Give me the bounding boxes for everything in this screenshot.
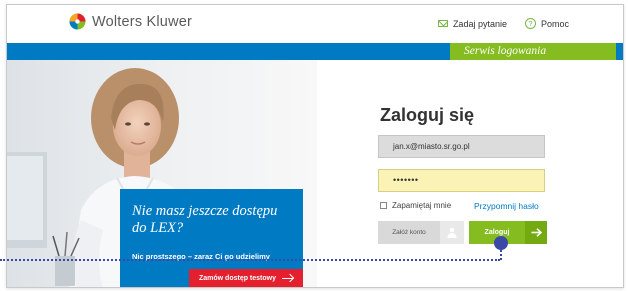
forgot-password-link[interactable]: Przypomnij hasło — [474, 201, 539, 211]
promo-title: Nie masz jeszcze dostępu do LEX? — [132, 203, 278, 236]
password-field[interactable]: ••••••• — [378, 169, 545, 192]
arrow-right-icon — [531, 228, 542, 237]
envelope-icon — [437, 20, 448, 27]
trial-promo-box: Nie masz jeszcze dostępu do LEX? Nic pro… — [120, 189, 303, 287]
brand-name: Wolters Kluwer — [92, 13, 193, 30]
header-links: Zadaj pytanie ? Pomoc — [437, 18, 569, 29]
question-mark-icon: ? — [524, 18, 536, 29]
create-account-icon-button[interactable] — [440, 221, 464, 244]
click-marker — [494, 236, 508, 250]
login-arrow-button[interactable] — [525, 221, 547, 244]
wolters-kluwer-logo-icon — [69, 13, 86, 30]
email-field[interactable]: jan.x@miasto.sr.go.pl — [378, 135, 545, 158]
login-title: Zaloguj się — [380, 105, 475, 125]
remember-me-checkbox[interactable] — [380, 202, 387, 209]
arrow-right-icon — [282, 278, 293, 279]
order-trial-button[interactable]: Zamów dostęp testowy — [189, 269, 303, 287]
remember-me-option[interactable]: Zapamiętaj mnie — [380, 201, 451, 210]
help-label: Pomoc — [540, 18, 569, 29]
brand-logo[interactable]: Wolters Kluwer — [69, 13, 192, 30]
help-link[interactable]: ? Pomoc — [524, 18, 569, 29]
site-header: Wolters Kluwer Zadaj pytanie ? Pomoc — [7, 5, 623, 43]
service-label: Serwis logowania — [450, 43, 616, 60]
order-trial-label: Zamów dostęp testowy — [198, 275, 276, 282]
pointer-guide-line — [0, 259, 500, 261]
ask-question-label: Zadaj pytanie — [452, 18, 507, 29]
remember-me-label: Zapamiętaj mnie — [392, 201, 452, 210]
ask-question-link[interactable]: Zadaj pytanie — [437, 18, 507, 29]
create-account-button[interactable]: Załóż konto — [378, 221, 440, 244]
user-icon — [447, 227, 457, 238]
browser-frame: Wolters Kluwer Zadaj pytanie ? Pomoc Ser… — [6, 4, 624, 288]
